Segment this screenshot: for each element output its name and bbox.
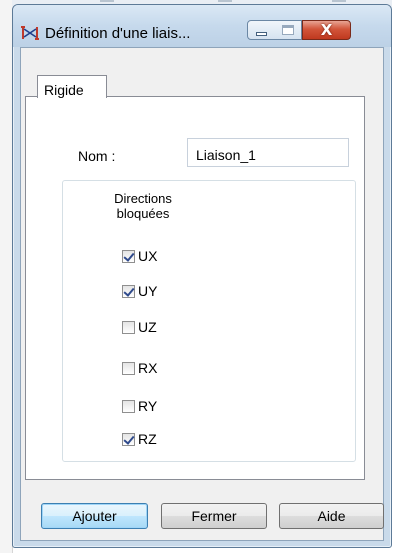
checkbox-box[interactable]	[122, 320, 135, 334]
checkbox-label: UZ	[138, 319, 157, 335]
checkbox-rx[interactable]: RX	[122, 360, 157, 376]
checkbox-ry[interactable]: RY	[122, 398, 157, 414]
link-icon	[21, 26, 39, 40]
checkbox-box[interactable]	[122, 432, 135, 446]
checkbox-uy[interactable]: UY	[122, 283, 157, 299]
group-title-line1: Directions	[114, 191, 172, 206]
group-title: Directions bloquées	[107, 191, 179, 221]
checkbox-label: RZ	[138, 431, 157, 447]
window-title: Définition d'une liais...	[45, 25, 191, 42]
tab-rigide[interactable]: Rigide	[37, 75, 107, 98]
checkbox-uz[interactable]: UZ	[122, 319, 157, 335]
close-icon: X	[320, 20, 333, 39]
checkbox-box[interactable]	[122, 284, 135, 298]
name-input[interactable]: Liaison_1	[187, 138, 349, 167]
name-label: Nom :	[78, 148, 116, 164]
checkbox-label: UX	[138, 248, 158, 264]
checkbox-label: UY	[138, 283, 158, 299]
help-button[interactable]: Aide	[279, 503, 384, 529]
close-window-button[interactable]: X	[302, 20, 351, 40]
checkbox-rz[interactable]: RZ	[122, 431, 157, 447]
checkbox-box[interactable]	[122, 249, 135, 263]
add-button[interactable]: Ajouter	[41, 503, 148, 529]
checkbox-ux[interactable]: UX	[122, 248, 157, 264]
checkbox-label: RY	[138, 398, 158, 414]
close-button[interactable]: Fermer	[161, 503, 267, 529]
group-title-line2: bloquées	[116, 206, 170, 221]
minimize-icon	[255, 32, 267, 36]
checkbox-box[interactable]	[122, 399, 135, 413]
blocked-directions-group	[62, 180, 356, 462]
title-bar[interactable]: Définition d'une liais... X	[13, 5, 391, 47]
checkbox-label: RX	[138, 360, 158, 376]
minimize-button[interactable]	[247, 20, 275, 40]
maximize-button[interactable]	[274, 20, 302, 40]
checkbox-box[interactable]	[122, 361, 135, 375]
maximize-icon	[281, 25, 294, 35]
